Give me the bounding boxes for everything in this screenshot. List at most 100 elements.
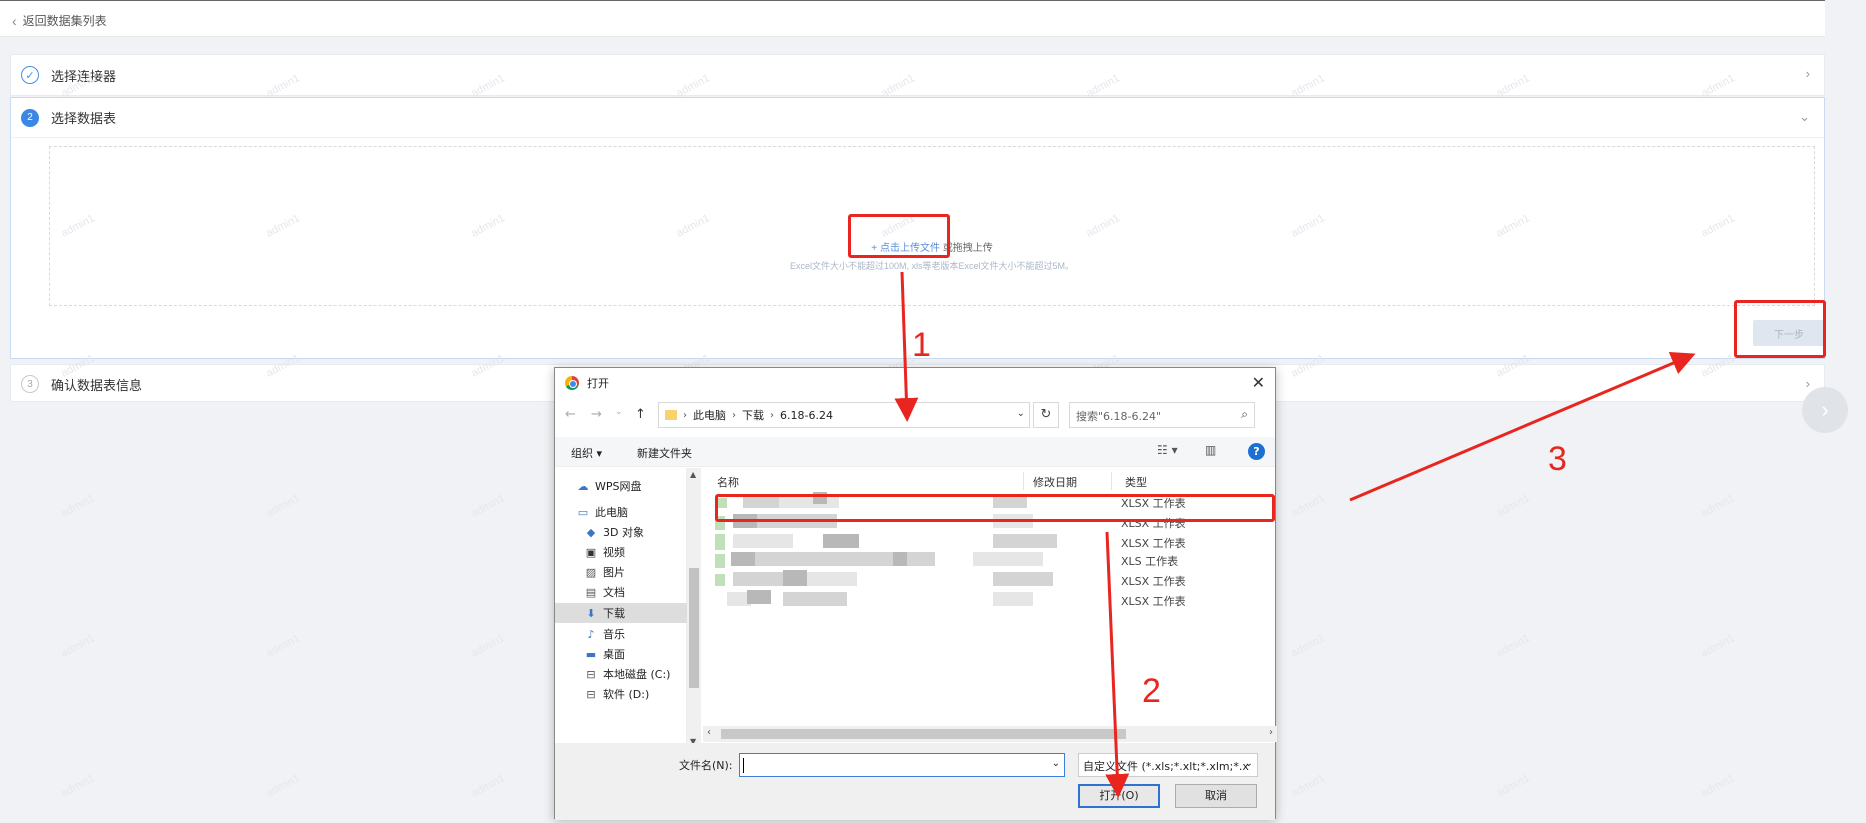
watermark-text: admin1 — [1494, 492, 1532, 520]
preview-pane-icon[interactable]: ▥ — [1205, 443, 1216, 457]
nav-item-videos[interactable]: ▣ 视频 — [585, 544, 695, 560]
watermark-text: admin1 — [1289, 632, 1327, 660]
dialog-toolbar: 组织 ▾ 新建文件夹 ☷ ▾ ▥ ? — [555, 437, 1275, 467]
recent-dropdown-icon[interactable]: ⌄ — [615, 407, 623, 417]
nav-item-desktop[interactable]: ▬ 桌面 — [585, 646, 695, 662]
watermark-text: admin1 — [469, 772, 507, 800]
file-row[interactable]: XLS 工作表 — [703, 550, 1277, 570]
watermark-text: admin1 — [1699, 632, 1737, 660]
chevron-down-icon[interactable]: ⌄ — [1799, 109, 1810, 125]
dialog-titlebar: 打开 ✕ — [555, 368, 1275, 398]
watermark-text: admin1 — [1289, 492, 1327, 520]
chevron-down-icon[interactable]: ⌄ — [1017, 408, 1025, 419]
scroll-right-icon[interactable]: › — [1269, 727, 1273, 738]
filename-label: 文件名(N): — [679, 759, 733, 772]
chrome-icon — [565, 376, 579, 390]
step-select-connector[interactable]: ✓ 选择连接器 › — [10, 54, 1825, 96]
watermark-text: admin1 — [1699, 492, 1737, 520]
watermark-text: admin1 — [1494, 632, 1532, 660]
nav-item-pictures[interactable]: ▨ 图片 — [585, 564, 695, 580]
video-icon: ▣ — [585, 545, 597, 559]
search-input[interactable]: 搜索"6.18-6.24" ⌕ — [1069, 402, 1255, 428]
step-number: 2 — [21, 108, 39, 127]
nav-item-documents[interactable]: ▤ 文档 — [585, 584, 695, 600]
file-row[interactable]: XLSX 工作表 — [703, 532, 1277, 552]
column-name[interactable]: 名称 — [717, 474, 739, 490]
watermark-text: admin1 — [1494, 772, 1532, 800]
nav-item-downloads[interactable]: ⬇ 下载 — [555, 603, 687, 623]
nav-item-music[interactable]: ♪ 音乐 — [585, 626, 695, 642]
dialog-title: 打开 — [587, 377, 609, 390]
picture-icon: ▨ — [585, 565, 597, 579]
view-options-icon[interactable]: ☷ ▾ — [1157, 443, 1178, 457]
open-file-dialog: 打开 ✕ ← → ⌄ ↑ › 此电脑 › 下载 › 6.18-6.24 ⌄ ↻ … — [554, 367, 1277, 820]
cloud-icon: ☁ — [577, 479, 589, 493]
file-type-filter[interactable]: 自定义文件 (*.xls;*.xlt;*.xlm;*.x ⌄ — [1078, 753, 1258, 777]
help-icon[interactable]: ? — [1248, 443, 1265, 460]
watermark-text: admin1 — [469, 632, 507, 660]
column-modified[interactable]: 修改日期 — [1033, 474, 1077, 490]
annotation-box-upload — [848, 214, 950, 258]
computer-icon: ▭ — [577, 505, 589, 519]
drag-upload-text: 或拖拽上传 — [942, 243, 993, 254]
chevron-right-icon: › — [1805, 376, 1810, 391]
chevron-down-icon[interactable]: ⌄ — [1052, 758, 1060, 769]
open-button[interactable]: 打开(O) — [1078, 784, 1160, 808]
column-type[interactable]: 类型 — [1125, 474, 1147, 490]
scroll-up-icon[interactable]: ▲ — [690, 470, 696, 479]
side-next-circle-button[interactable]: › — [1802, 387, 1848, 433]
scroll-thumb[interactable] — [721, 729, 1126, 739]
breadcrumb-folder[interactable]: 6.18-6.24 — [780, 409, 833, 422]
top-bar: ‹ 返回数据集列表 — [0, 0, 1825, 37]
music-icon: ♪ — [587, 627, 595, 641]
chevron-left-icon: ‹ — [12, 12, 17, 29]
search-icon: ⌕ — [1241, 407, 1248, 421]
folder-icon — [665, 410, 677, 420]
nav-item-3d-objects[interactable]: ◆ 3D 对象 — [585, 524, 695, 540]
address-bar[interactable]: › 此电脑 › 下载 › 6.18-6.24 ⌄ — [658, 402, 1030, 428]
watermark-text: admin1 — [59, 632, 97, 660]
refresh-button[interactable]: ↻ — [1033, 402, 1059, 428]
file-row[interactable]: XLSX 工作表 — [703, 590, 1277, 610]
scroll-left-icon[interactable]: ‹ — [707, 727, 711, 738]
download-icon: ⬇ — [586, 606, 596, 620]
back-arrow-icon[interactable]: ← — [565, 407, 576, 422]
file-row[interactable]: XLSX 工作表 — [703, 570, 1277, 590]
drive-icon: ⊟ — [586, 667, 596, 681]
step-title: 选择连接器 — [51, 68, 117, 84]
nav-item-drive-d[interactable]: ⊟ 软件 (D:) — [585, 686, 695, 702]
breadcrumb-this-pc[interactable]: 此电脑 — [693, 407, 726, 423]
watermark-text: admin1 — [59, 772, 97, 800]
upload-hint: Excel文件大小不能超过100M, xls等老版本Excel文件大小不能超过5… — [789, 261, 1075, 271]
forward-arrow-icon[interactable]: → — [591, 407, 602, 422]
up-arrow-icon[interactable]: ↑ — [635, 407, 646, 422]
step-title: 确认数据表信息 — [51, 377, 143, 393]
scroll-thumb[interactable] — [689, 568, 699, 688]
nav-item-wps-cloud[interactable]: ☁ WPS网盘 — [577, 478, 687, 494]
navigation-pane: ☁ WPS网盘 ▭ 此电脑 ◆ 3D 对象 ▣ 视频 ▨ 图片 ▤ 文档 ⬇ 下载 ♪ 音乐 ▬… — [555, 468, 687, 748]
annotation-number-3: 3 — [1548, 440, 1567, 478]
organize-button[interactable]: 组织 ▾ — [571, 445, 602, 461]
document-icon: ▤ — [585, 585, 597, 599]
new-folder-button[interactable]: 新建文件夹 — [637, 445, 692, 461]
watermark-text: admin1 — [469, 492, 507, 520]
cancel-button[interactable]: 取消 — [1175, 784, 1257, 808]
cube-icon: ◆ — [586, 525, 596, 539]
back-to-dataset-list-link[interactable]: ‹ 返回数据集列表 — [12, 12, 107, 29]
close-icon[interactable]: ✕ — [1252, 373, 1265, 392]
annotation-box-file-row — [715, 494, 1275, 522]
watermark-text: admin1 — [264, 772, 302, 800]
annotation-box-next — [1734, 300, 1826, 358]
nav-item-this-pc[interactable]: ▭ 此电脑 — [577, 504, 687, 520]
horizontal-scrollbar[interactable]: ‹ › — [703, 726, 1277, 742]
back-label: 返回数据集列表 — [22, 14, 107, 28]
nav-scrollbar[interactable]: ▲ ▼ — [687, 468, 701, 748]
nav-item-drive-c[interactable]: ⊟ 本地磁盘 (C:) — [585, 666, 695, 682]
sort-caret-icon: ^ — [828, 468, 836, 474]
chevron-right-icon: › — [1805, 66, 1810, 81]
check-icon: ✓ — [21, 66, 39, 84]
annotation-number-2: 2 — [1142, 672, 1161, 710]
filename-input[interactable]: ⌄ — [739, 753, 1065, 777]
breadcrumb-downloads[interactable]: 下载 — [742, 407, 764, 423]
watermark-text: admin1 — [59, 492, 97, 520]
